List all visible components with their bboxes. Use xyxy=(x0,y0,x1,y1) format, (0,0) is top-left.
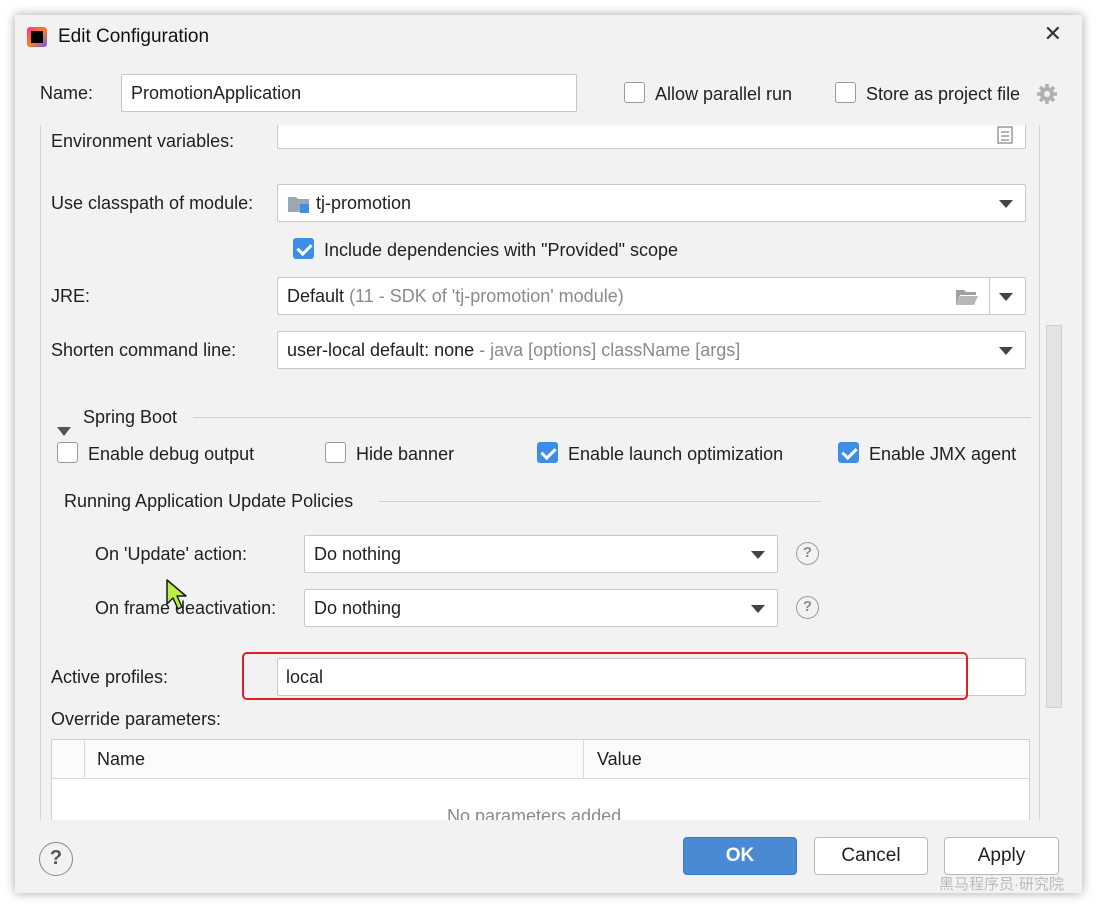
on-update-label: On 'Update' action: xyxy=(95,544,247,564)
chevron-down-icon[interactable] xyxy=(751,551,765,559)
enable-jmx-agent-checkbox[interactable] xyxy=(838,442,859,463)
close-icon[interactable]: ✕ xyxy=(1044,21,1062,47)
include-deps-checkbox[interactable] xyxy=(293,238,314,259)
enable-debug-output-label[interactable]: Enable debug output xyxy=(88,444,254,465)
allow-parallel-checkbox[interactable] xyxy=(624,82,645,103)
allow-parallel-label[interactable]: Allow parallel run xyxy=(655,84,792,105)
name-input[interactable] xyxy=(121,74,577,112)
env-vars-input[interactable] xyxy=(277,125,1026,149)
hide-banner-label[interactable]: Hide banner xyxy=(356,444,454,465)
help-icon[interactable]: ? xyxy=(39,842,73,876)
jre-divider xyxy=(989,278,990,314)
watermark: 黑马程序员·研究院 xyxy=(939,876,1064,893)
spring-boot-section-title[interactable]: Spring Boot xyxy=(83,407,177,428)
title-bar[interactable]: Edit Configuration ✕ xyxy=(15,15,1082,59)
env-vars-label: Environment variables: xyxy=(51,131,235,151)
header-divider xyxy=(84,740,85,779)
include-deps-label[interactable]: Include dependencies with "Provided" sco… xyxy=(324,240,678,261)
help-icon[interactable]: ? xyxy=(796,596,819,619)
document-icon[interactable] xyxy=(997,126,1013,144)
enable-debug-output-checkbox[interactable] xyxy=(57,442,78,463)
shorten-cmd-select[interactable]: user-local default: none - java [options… xyxy=(277,331,1026,369)
column-header-value[interactable]: Value xyxy=(597,749,642,770)
folder-open-icon[interactable] xyxy=(955,288,979,306)
empty-table-text: No parameters added xyxy=(447,806,622,820)
chevron-down-icon[interactable] xyxy=(999,293,1013,301)
ok-button[interactable]: OK xyxy=(683,837,797,875)
on-frame-deactivation-select[interactable]: Do nothing xyxy=(304,589,778,627)
header-divider xyxy=(583,740,584,779)
help-icon[interactable]: ? xyxy=(796,542,819,565)
jre-hint: (11 - SDK of 'tj-promotion' module) xyxy=(349,286,624,306)
chevron-down-icon[interactable] xyxy=(999,200,1013,208)
apply-button[interactable]: Apply xyxy=(944,837,1059,875)
override-parameters-label: Override parameters: xyxy=(51,709,222,729)
on-frame-deactivation-value: Do nothing xyxy=(314,598,402,618)
column-header-name[interactable]: Name xyxy=(97,749,145,770)
config-scroll-panel[interactable]: Environment variables: Use classpath of … xyxy=(40,125,1040,820)
name-label: Name: xyxy=(40,83,94,103)
highlight-box xyxy=(242,652,968,700)
hide-banner-checkbox[interactable] xyxy=(325,442,346,463)
chevron-down-icon[interactable] xyxy=(751,605,765,613)
classpath-value: tj-promotion xyxy=(316,193,412,213)
jre-select[interactable]: Default (11 - SDK of 'tj-promotion' modu… xyxy=(277,277,1026,315)
jre-label: JRE: xyxy=(51,286,91,306)
store-as-project-file-checkbox[interactable] xyxy=(835,82,856,103)
classpath-select[interactable]: tj-promotion xyxy=(277,184,1026,222)
gear-icon[interactable] xyxy=(1036,83,1058,105)
shorten-cmd-hint: - java [options] className [args] xyxy=(479,340,741,360)
enable-jmx-agent-label[interactable]: Enable JMX agent xyxy=(869,444,1016,465)
on-update-value: Do nothing xyxy=(314,544,402,564)
shorten-cmd-value: user-local default: none xyxy=(287,340,475,360)
edit-configuration-dialog: Edit Configuration ✕ Name: Allow paralle… xyxy=(15,15,1082,893)
store-as-project-file-label[interactable]: Store as project file xyxy=(866,84,1020,105)
cancel-button[interactable]: Cancel xyxy=(814,837,928,875)
update-policies-title: Running Application Update Policies xyxy=(64,491,354,511)
active-profiles-label: Active profiles: xyxy=(51,667,169,687)
mouse-cursor-icon xyxy=(166,579,187,610)
vertical-scrollbar[interactable] xyxy=(1046,325,1062,708)
update-policies-separator xyxy=(379,501,821,502)
on-update-select[interactable]: Do nothing xyxy=(304,535,778,573)
spring-boot-separator xyxy=(193,417,1031,418)
chevron-down-icon[interactable] xyxy=(999,347,1013,355)
intellij-app-icon xyxy=(27,27,47,47)
classpath-label: Use classpath of module: xyxy=(51,193,254,213)
jre-value: Default xyxy=(287,286,345,306)
enable-launch-optimization-label[interactable]: Enable launch optimization xyxy=(568,444,783,465)
enable-launch-optimization-checkbox[interactable] xyxy=(537,442,558,463)
triangle-down-icon[interactable] xyxy=(57,427,71,436)
module-folder-icon xyxy=(288,197,309,213)
table-header: Name Value xyxy=(52,740,1029,779)
dialog-title: Edit Configuration xyxy=(58,26,210,47)
override-parameters-table[interactable]: Name Value No parameters added xyxy=(51,739,1030,820)
shorten-cmd-label: Shorten command line: xyxy=(51,340,237,360)
